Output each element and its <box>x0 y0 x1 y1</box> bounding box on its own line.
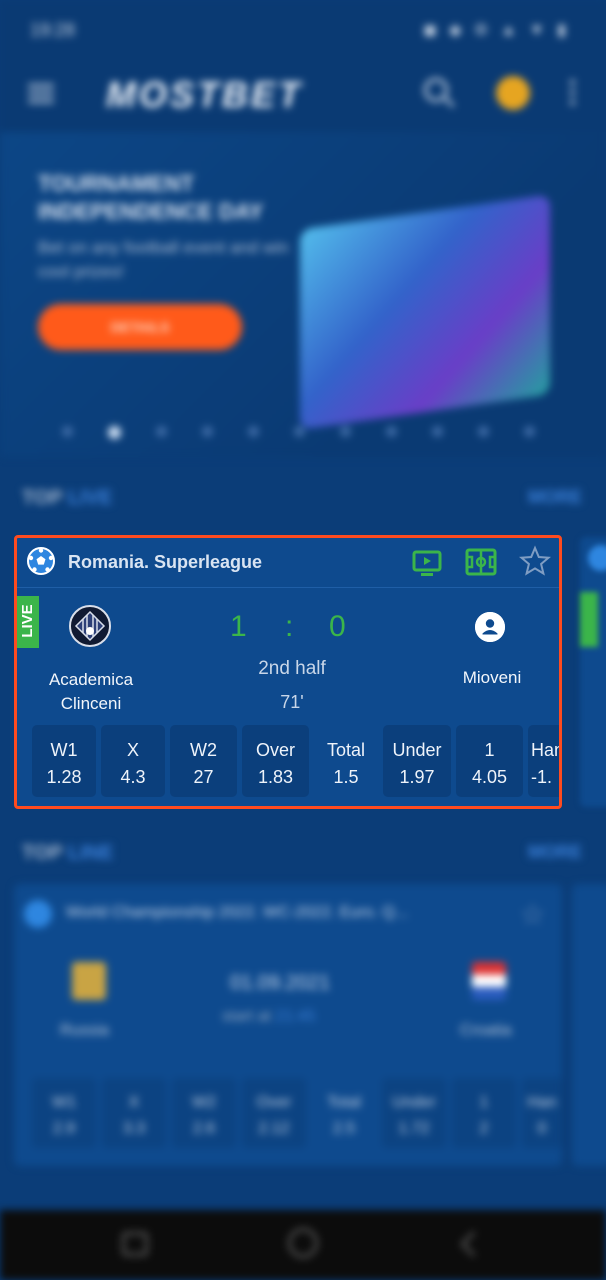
banner-details-button[interactable]: DETAILS <box>38 304 242 350</box>
section-title: TOP <box>22 842 63 864</box>
line-odds-row: W1 2.9 X 3.3 W2 2.6 Over 2.12 Total 2.5 Under… <box>32 1078 562 1148</box>
odd-w2-button[interactable]: W2 27 <box>170 725 237 797</box>
football-icon <box>27 547 55 575</box>
back-icon[interactable] <box>460 1231 486 1257</box>
start-time: 21:45 <box>275 1008 316 1025</box>
odds-row: W1 1.28 X 4.3 W2 27 Over 1.83 Total 1.5 Under… <box>32 725 559 797</box>
banner-artwork <box>300 194 550 430</box>
carousel-dot[interactable] <box>156 426 167 437</box>
match-date: 01.09.2021 <box>230 972 331 994</box>
odd-handicap-button[interactable]: Han -1. <box>528 725 559 797</box>
card-header: Romania. Superleague <box>17 538 559 588</box>
carousel-dot[interactable] <box>62 426 73 437</box>
odd-w1-button[interactable]: W1 1.28 <box>32 725 96 797</box>
next-card-peek[interactable] <box>572 884 606 1166</box>
banner-subtitle: Bet on any football event and win cool p… <box>38 238 289 281</box>
section-title-accent: LINE <box>67 842 114 864</box>
carousel-dot[interactable] <box>202 426 213 437</box>
match-field-icon[interactable] <box>465 548 497 576</box>
menu-icon[interactable] <box>28 84 54 104</box>
match-start: start at 21:45 <box>222 1008 315 1026</box>
team-flag-croatia <box>472 962 506 1000</box>
status-bar: 19:28 ◼ ◆ ⚙ ▲ ▼ ▮ <box>0 0 606 62</box>
carousel-dot[interactable] <box>524 426 535 437</box>
favorite-star-icon[interactable]: ☆ <box>520 898 545 931</box>
odd-button[interactable]: Over 2.12 <box>242 1078 306 1148</box>
overflow-menu-icon[interactable] <box>570 80 576 110</box>
team-flag-russia <box>72 962 106 1000</box>
team2-placeholder-icon <box>475 612 505 642</box>
app-logo: MOSTBET <box>106 74 303 115</box>
line-league-title: World Championship 2022. WC-2022. Euro. … <box>66 904 409 921</box>
odd-x-button[interactable]: X 4.3 <box>101 725 165 797</box>
search-icon[interactable] <box>424 78 448 102</box>
carousel-dot[interactable] <box>248 426 259 437</box>
odd-button[interactable]: W2 2.6 <box>172 1078 236 1148</box>
status-time: 19:28 <box>30 20 76 40</box>
odd-button[interactable]: Han 0 <box>522 1078 562 1148</box>
live-badge: LIVE <box>17 596 39 648</box>
odd-handicap1-button[interactable]: 1 4.05 <box>456 725 523 797</box>
section-title-accent: LIVE <box>67 487 113 509</box>
league-title: Romania. Superleague <box>68 552 263 572</box>
more-link[interactable]: MORE <box>528 842 582 863</box>
more-link[interactable]: MORE <box>528 487 582 508</box>
line-team1: Russia <box>60 1022 109 1039</box>
promo-banner[interactable]: TOURNAMENT INDEPENDENCE DAY Bet on any f… <box>0 132 606 457</box>
score-home: 1 <box>230 610 247 643</box>
app-bar: MOSTBET <box>0 62 606 132</box>
odd-over-button[interactable]: Over 1.83 <box>242 725 309 797</box>
carousel-dot[interactable] <box>386 426 397 437</box>
team1-name: Academica Clinceni <box>48 670 134 713</box>
odd-button[interactable]: W1 2.9 <box>32 1078 96 1148</box>
odd-under-button[interactable]: Under 1.97 <box>383 725 451 797</box>
live-match-card[interactable]: Romania. Superleague LIVE Academica Clin… <box>14 535 562 809</box>
odd-button[interactable]: X 3.3 <box>102 1078 166 1148</box>
carousel-dot[interactable] <box>340 426 351 437</box>
home-icon[interactable] <box>288 1228 318 1258</box>
next-live-card-peek[interactable] <box>580 537 606 807</box>
section-top-live-header: TOP LIVE MORE <box>22 487 582 517</box>
odd-total: Total 2.5 <box>327 1094 361 1137</box>
carousel-dot[interactable] <box>294 426 305 437</box>
section-top-line-header: TOP LINE MORE <box>22 842 582 872</box>
carousel-dots <box>62 426 535 439</box>
start-label: start at <box>222 1008 271 1025</box>
favorite-star-icon[interactable] <box>518 545 552 577</box>
section-title: TOP <box>22 487 63 509</box>
system-icons: ◼ ◆ ⚙ ▲ ▼ ▮ <box>423 22 570 39</box>
odd-button[interactable]: 12 <box>452 1078 516 1148</box>
line-team2: Croatia <box>460 1022 512 1039</box>
odd-total-value: Total 1.5 <box>326 740 366 787</box>
carousel-dot-active[interactable] <box>108 426 121 439</box>
recents-icon[interactable] <box>122 1232 148 1256</box>
carousel-dot[interactable] <box>478 426 489 437</box>
carousel-dot[interactable] <box>432 426 443 437</box>
live-stream-icon[interactable] <box>412 548 442 578</box>
score-away: 0 <box>329 610 346 643</box>
match-minute: 71' <box>280 692 304 712</box>
football-icon <box>24 900 52 928</box>
match-period: 2nd half <box>258 658 326 679</box>
banner-title: TOURNAMENT INDEPENDENCE DAY <box>38 171 264 224</box>
team1-logo <box>69 605 111 647</box>
odd-button[interactable]: Under 1.72 <box>382 1078 446 1148</box>
system-nav-bar <box>0 1210 606 1280</box>
football-icon <box>588 545 606 571</box>
bonus-icon[interactable] <box>496 76 530 110</box>
live-badge-peek <box>580 592 598 647</box>
team2-name: Mioveni <box>462 668 522 687</box>
score-separator: : <box>285 610 294 643</box>
